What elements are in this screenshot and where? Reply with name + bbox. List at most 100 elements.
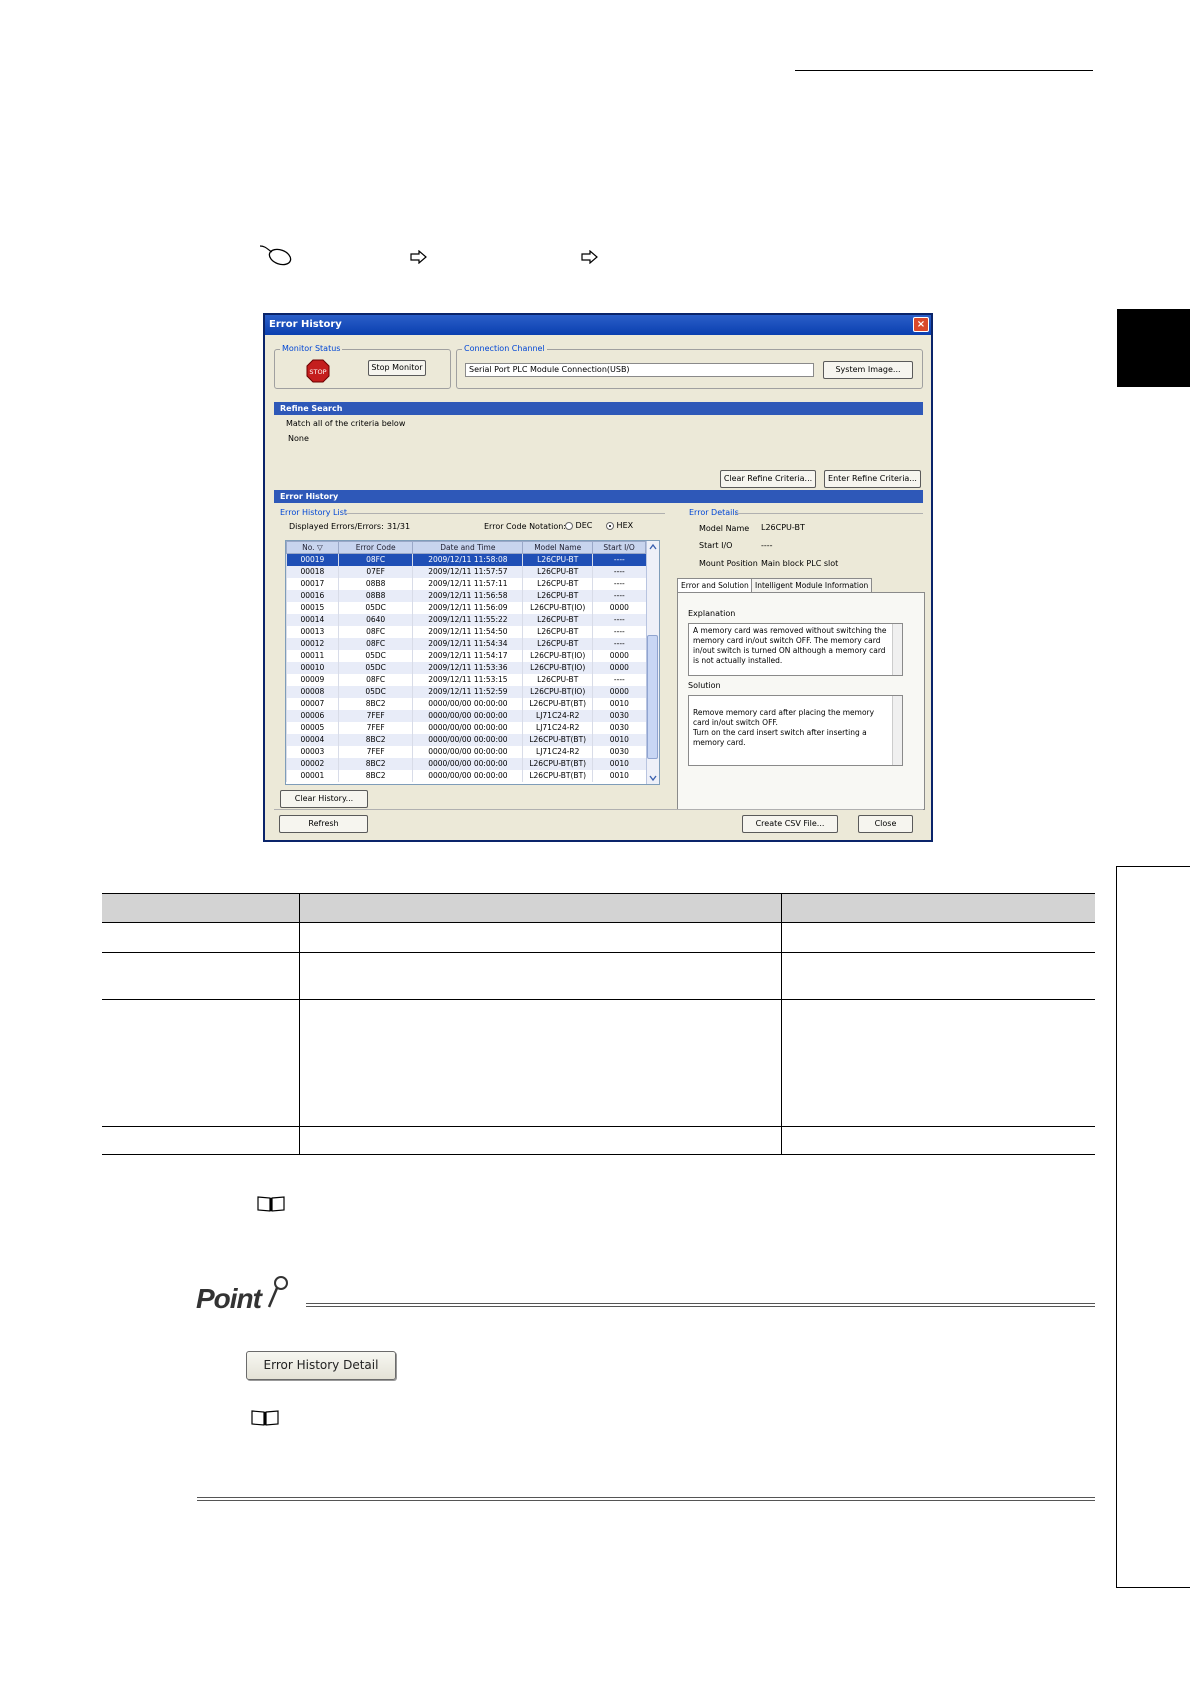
refresh-button[interactable]: Refresh [279,815,368,833]
table-cell: 2009/12/11 11:53:36 [412,661,523,674]
col-date-time[interactable]: Date and Time [412,541,524,554]
table-row[interactable]: 00002 8BC2 0000/00/00 00:00:00 L26CPU-BT(BT… [286,757,646,770]
col-start-io[interactable]: Start I/O [592,541,646,554]
dec-radio-icon[interactable] [565,521,573,530]
criteria-value: None [288,434,309,443]
close-button[interactable]: Close [858,815,913,833]
error-history-grid[interactable]: No. ▽ Error Code Date and Time Model Nam… [285,540,660,785]
mount-position-value: Main block PLC slot [761,559,839,568]
table-cell: ---- [592,577,646,590]
table-row[interactable]: 00007 8BC2 0000/00/00 00:00:00 L26CPU-BT(BT… [286,697,646,710]
table-cell: L26CPU-BT [522,565,593,578]
table-row[interactable]: 00001 8BC2 0000/00/00 00:00:00 L26CPU-BT(BT… [286,769,646,782]
table-row[interactable]: 00008 05DC 2009/12/11 11:52:59 L26CPU-BT(IO… [286,685,646,698]
table-cell: 8BC2 [337,733,413,746]
table-row[interactable]: 00010 05DC 2009/12/11 11:53:36 L26CPU-BT(IO… [286,661,646,674]
table-cell: 2009/12/11 11:56:58 [412,589,523,602]
table-cell: 2009/12/11 11:55:22 [412,613,523,626]
hex-radio-icon[interactable] [606,521,614,530]
model-name-label: Model Name [699,524,750,533]
table-cell: L26CPU-BT(IO) [522,685,593,698]
table-cell: 0000/00/00 00:00:00 [412,721,523,734]
error-details-label: Error Details [689,508,739,517]
table-row[interactable]: 00005 7FEF 0000/00/00 00:00:00 LJ71C24-R2 00… [286,721,646,734]
enter-refine-criteria-button[interactable]: Enter Refine Criteria... [824,470,921,488]
solution-scrollbar[interactable] [892,696,902,765]
table-cell: L26CPU-BT(IO) [522,649,593,662]
start-io-value: ---- [761,541,773,550]
table-cell: 00004 [286,733,339,746]
svg-text:STOP: STOP [309,368,326,376]
table-row [102,999,1095,1127]
start-io-label: Start I/O [699,541,733,550]
table-cell: 00008 [286,685,339,698]
magnifier-icon [267,1276,288,1308]
table-cell: L26CPU-BT [522,553,593,566]
table-row[interactable]: 00018 07EF 2009/12/11 11:57:57 L26CPU-BT ---… [286,565,646,578]
table-cell: 2009/12/11 11:54:17 [412,649,523,662]
table-row[interactable]: 00003 7FEF 0000/00/00 00:00:00 LJ71C24-R2 00… [286,745,646,758]
scroll-thumb[interactable] [647,635,658,759]
table-row[interactable]: 00009 08FC 2009/12/11 11:53:15 L26CPU-BT ---… [286,673,646,686]
hex-radio[interactable]: HEX [606,521,633,530]
grid-scrollbar[interactable] [646,541,659,784]
table-row[interactable]: 00004 8BC2 0000/00/00 00:00:00 L26CPU-BT(BT… [286,733,646,746]
table-row[interactable]: 00019 08FC 2009/12/11 11:58:08 L26CPU-BT ---… [286,553,646,566]
table-row[interactable]: 00012 08FC 2009/12/11 11:54:34 L26CPU-BT ---… [286,637,646,650]
monitor-status-label: Monitor Status [280,344,343,353]
table-cell: 0010 [592,733,646,746]
close-icon[interactable]: × [913,317,929,332]
table-cell: 08B8 [337,577,413,590]
table-row[interactable]: 00016 08B8 2009/12/11 11:56:58 L26CPU-BT ---… [286,589,646,602]
mount-position-label: Mount Position [699,559,758,568]
error-history-band: Error History [274,490,923,503]
scroll-up-icon[interactable] [649,543,657,551]
table-row [102,952,1095,1000]
table-cell: 00015 [286,601,339,614]
table-cell: ---- [592,625,646,638]
table-cell: 00001 [286,769,339,782]
arrow-right-icon [581,250,598,264]
table-header-cell [102,893,299,923]
table-row[interactable]: 00006 7FEF 0000/00/00 00:00:00 LJ71C24-R2 00… [286,709,646,722]
dec-radio[interactable]: DEC [565,521,592,530]
table-row[interactable]: 00013 08FC 2009/12/11 11:54:50 L26CPU-BT ---… [286,625,646,638]
table-cell: 0000 [592,685,646,698]
stop-monitor-button[interactable]: Stop Monitor [368,360,426,376]
tab-error-and-solution[interactable]: Error and Solution [677,578,753,593]
stop-icon: STOP [306,359,330,383]
error-history-table: No. ▽ Error Code Date and Time Model Nam… [286,541,646,782]
error-history-detail-button[interactable]: Error History Detail [246,1351,396,1380]
table-cell: LJ71C24-R2 [522,745,593,758]
error-history-list-label: Error History List [280,508,348,517]
table-cell: ---- [592,673,646,686]
col-model-name[interactable]: Model Name [522,541,594,554]
hex-label: HEX [616,521,634,530]
chapter-tab [1117,309,1190,387]
criteria-line: Match all of the criteria below [286,419,406,428]
table-cell: 0030 [592,709,646,722]
col-error-code[interactable]: Error Code [337,541,414,554]
create-csv-file-button[interactable]: Create CSV File... [742,815,838,833]
solution-text: Remove memory card after placing the mem… [688,695,903,766]
system-image-button[interactable]: System Image... [823,361,913,379]
scroll-down-icon[interactable] [649,774,657,782]
table-cell: 05DC [337,649,413,662]
table-cell: 0000 [592,661,646,674]
clear-history-button[interactable]: Clear History... [280,790,368,808]
table-cell: L26CPU-BT(BT) [522,733,593,746]
clear-refine-criteria-button[interactable]: Clear Refine Criteria... [720,470,816,488]
table-row[interactable]: 00011 05DC 2009/12/11 11:54:17 L26CPU-BT(IO… [286,649,646,662]
table-cell: 2009/12/11 11:54:34 [412,637,523,650]
table-cell: 8BC2 [337,697,413,710]
explanation-scrollbar[interactable] [892,624,902,675]
table-row[interactable]: 00015 05DC 2009/12/11 11:56:09 L26CPU-BT(IO… [286,601,646,614]
table-cell: L26CPU-BT(IO) [522,661,593,674]
col-no[interactable]: No. ▽ [286,541,339,554]
table-cell: 0000 [592,601,646,614]
table-row[interactable]: 00014 0640 2009/12/11 11:55:22 L26CPU-BT ---… [286,613,646,626]
tab-intelligent-module-information[interactable]: Intelligent Module Information [751,578,873,592]
table-cell: 00005 [286,721,339,734]
table-row[interactable]: 00017 08B8 2009/12/11 11:57:11 L26CPU-BT ---… [286,577,646,590]
description-table [102,893,1095,1155]
